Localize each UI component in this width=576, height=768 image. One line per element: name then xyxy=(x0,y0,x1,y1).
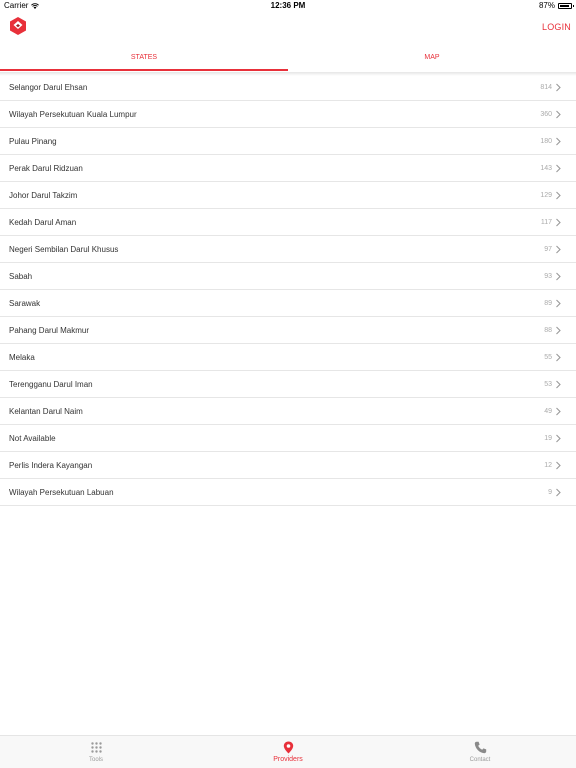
state-name: Pulau Pinang xyxy=(9,136,57,146)
tab-states[interactable]: STATES xyxy=(0,50,288,72)
battery-icon xyxy=(558,2,574,9)
state-row[interactable]: Not Available 19 xyxy=(0,425,576,452)
state-name: Melaka xyxy=(9,352,35,362)
provider-count: 143 xyxy=(540,164,552,172)
chevron-right-icon xyxy=(556,83,561,92)
provider-count: 180 xyxy=(540,137,552,145)
state-name: Sarawak xyxy=(9,298,41,308)
chevron-right-icon xyxy=(556,245,561,254)
segment-tabs: STATES MAP xyxy=(0,50,576,72)
battery-percent: 87% xyxy=(538,1,555,10)
login-button[interactable]: LOGIN xyxy=(542,22,571,32)
chevron-right-icon xyxy=(556,380,561,389)
state-name: Wilayah Persekutuan Kuala Lumpur xyxy=(9,109,137,119)
state-name: Selangor Darul Ehsan xyxy=(9,82,88,92)
tab-tools-label: Tools xyxy=(88,757,103,763)
chevron-right-icon xyxy=(556,461,561,470)
provider-count: 49 xyxy=(544,407,552,415)
state-row[interactable]: Sabah 93 xyxy=(0,263,576,290)
state-row[interactable]: Negeri Sembilan Darul Khusus 97 xyxy=(0,236,576,263)
state-name: Sabah xyxy=(9,271,33,281)
grid-icon xyxy=(91,742,102,753)
provider-count: 88 xyxy=(544,326,552,334)
state-row[interactable]: Johor Darul Takzim 129 xyxy=(0,182,576,209)
provider-count: 97 xyxy=(544,245,552,253)
provider-count: 19 xyxy=(544,434,552,442)
tab-map[interactable]: MAP xyxy=(288,50,576,72)
state-row[interactable]: Wilayah Persekutuan Labuan 9 xyxy=(0,479,576,506)
state-row[interactable]: Wilayah Persekutuan Kuala Lumpur 360 xyxy=(0,101,576,128)
provider-count: 360 xyxy=(540,110,552,118)
state-name: Not Available xyxy=(9,433,56,443)
provider-count: 53 xyxy=(544,380,552,388)
state-row[interactable]: Melaka 55 xyxy=(0,344,576,371)
battery-fill xyxy=(560,4,569,7)
state-name: Perak Darul Ridzuan xyxy=(9,163,83,173)
tab-contact[interactable]: Contact xyxy=(384,736,576,768)
chevron-right-icon xyxy=(556,326,561,335)
state-name: Pahang Darul Makmur xyxy=(9,325,90,335)
provider-count: 12 xyxy=(544,461,552,469)
map-pin-icon xyxy=(283,741,294,754)
clock: 12:36 PM xyxy=(270,1,306,10)
state-list: Selangor Darul Ehsan 814 Wilayah Persekutu… xyxy=(0,74,576,506)
app-header: LOGIN xyxy=(0,12,576,44)
provider-count: 117 xyxy=(540,218,552,226)
chevron-right-icon xyxy=(556,488,561,497)
state-row[interactable]: Kelantan Darul Naim 49 xyxy=(0,398,576,425)
chevron-right-icon xyxy=(556,218,561,227)
state-name: Terengganu Darul Iman xyxy=(9,379,93,389)
chevron-right-icon xyxy=(556,353,561,362)
chevron-right-icon xyxy=(556,110,561,119)
status-bar: Carrier 12:36 PM 87% xyxy=(0,0,576,12)
chevron-right-icon xyxy=(556,434,561,443)
provider-count: 89 xyxy=(544,299,552,307)
provider-count: 55 xyxy=(544,353,552,361)
app-logo-icon[interactable] xyxy=(8,16,28,36)
state-row[interactable]: Pulau Pinang 180 xyxy=(0,128,576,155)
provider-count: 93 xyxy=(544,272,552,280)
battery-indicator: 87% xyxy=(538,1,574,10)
state-row[interactable]: Perak Darul Ridzuan 143 xyxy=(0,155,576,182)
provider-count: 814 xyxy=(540,83,552,91)
provider-count: 9 xyxy=(548,488,552,496)
state-name: Johor Darul Takzim xyxy=(9,190,78,200)
state-name: Kelantan Darul Naim xyxy=(9,406,83,416)
state-row[interactable]: Sarawak 89 xyxy=(0,290,576,317)
state-row[interactable]: Terengganu Darul Iman 53 xyxy=(0,371,576,398)
state-row[interactable]: Kedah Darul Aman 117 xyxy=(0,209,576,236)
tab-providers[interactable]: Providers xyxy=(192,736,384,768)
tab-providers-label: Providers xyxy=(273,756,303,763)
provider-count: 129 xyxy=(540,191,552,199)
chevron-right-icon xyxy=(556,407,561,416)
chevron-right-icon xyxy=(556,191,561,200)
state-name: Wilayah Persekutuan Labuan xyxy=(9,487,114,497)
chevron-right-icon xyxy=(556,164,561,173)
state-name: Kedah Darul Aman xyxy=(9,217,77,227)
state-row[interactable]: Perlis Indera Kayangan 12 xyxy=(0,452,576,479)
tab-contact-label: Contact xyxy=(469,757,491,763)
chevron-right-icon xyxy=(556,137,561,146)
state-name: Negeri Sembilan Darul Khusus xyxy=(9,244,119,254)
chevron-right-icon xyxy=(556,299,561,308)
state-name: Perlis Indera Kayangan xyxy=(9,460,93,470)
state-row[interactable]: Pahang Darul Makmur 88 xyxy=(0,317,576,344)
tab-tools[interactable]: Tools xyxy=(0,736,192,768)
phone-icon xyxy=(474,741,487,754)
state-row[interactable]: Selangor Darul Ehsan 814 xyxy=(0,74,576,101)
bottom-tab-bar: Tools Providers Contact xyxy=(0,735,576,768)
chevron-right-icon xyxy=(556,272,561,281)
